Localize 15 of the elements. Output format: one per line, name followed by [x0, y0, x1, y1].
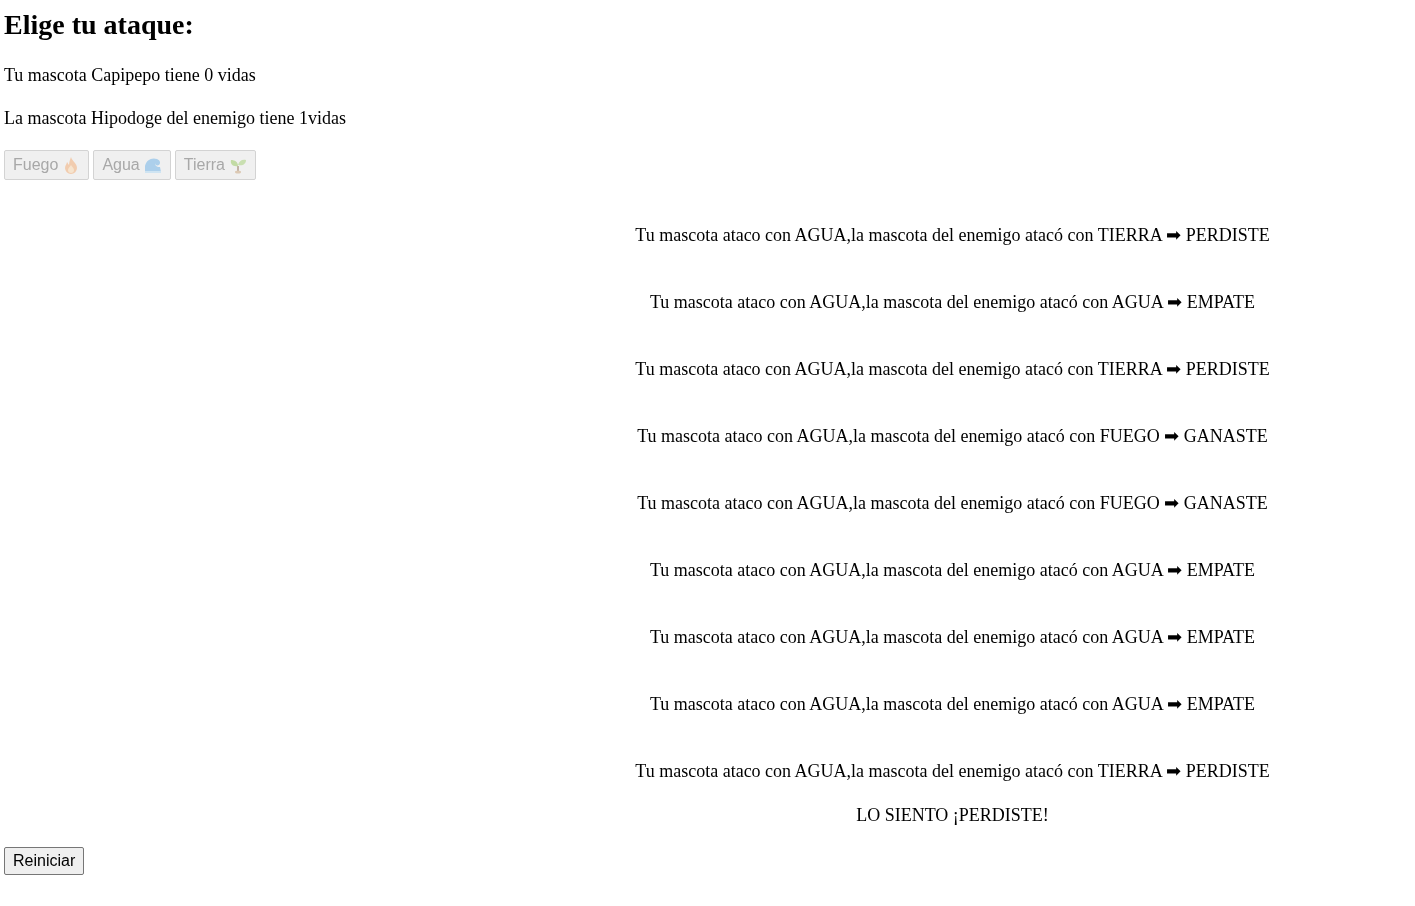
page-heading: Elige tu ataque:: [4, 8, 195, 42]
enemy-lives-text: La mascota Hipodoge del enemigo tiene 1vidas: [4, 107, 347, 130]
battle-message: Tu mascota ataco con AGUA,la mascota del enemigo atacó con TIERRA ➡ PERDISTE: [634, 224, 1271, 248]
wave-icon: [143, 156, 162, 175]
battle-message: Tu mascota ataco con AGUA,la mascota del enemigo atacó con AGUA ➡ EMPATE: [648, 559, 1257, 583]
restart-button[interactable]: Reiniciar: [4, 846, 85, 875]
player-lives-text: Tu mascota Capipepo tiene 0 vidas: [4, 63, 257, 87]
battle-message: Tu mascota ataco con AGUA,la mascota del enemigo atacó con TIERRA ➡ PERDISTE: [634, 760, 1271, 784]
battle-message: Tu mascota ataco con AGUA,la mascota del enemigo atacó con AGUA ➡ EMPATE: [648, 626, 1257, 650]
battle-message: Tu mascota ataco con AGUA,la mascota del enemigo atacó con AGUA ➡ EMPATE: [648, 693, 1257, 717]
battle-message: Tu mascota ataco con AGUA,la mascota del enemigo atacó con AGUA ➡ EMPATE: [648, 291, 1257, 315]
battle-message: Tu mascota ataco con AGUA,la mascota del enemigo atacó con FUEGO ➡ GANASTE: [636, 425, 1269, 449]
result-message: LO SIENTO ¡PERDISTE!: [855, 804, 1050, 827]
battle-message: Tu mascota ataco con AGUA,la mascota del enemigo atacó con FUEGO ➡ GANASTE: [636, 492, 1269, 516]
battle-message: Tu mascota ataco con AGUA,la mascota del enemigo atacó con TIERRA ➡ PERDISTE: [634, 358, 1271, 382]
